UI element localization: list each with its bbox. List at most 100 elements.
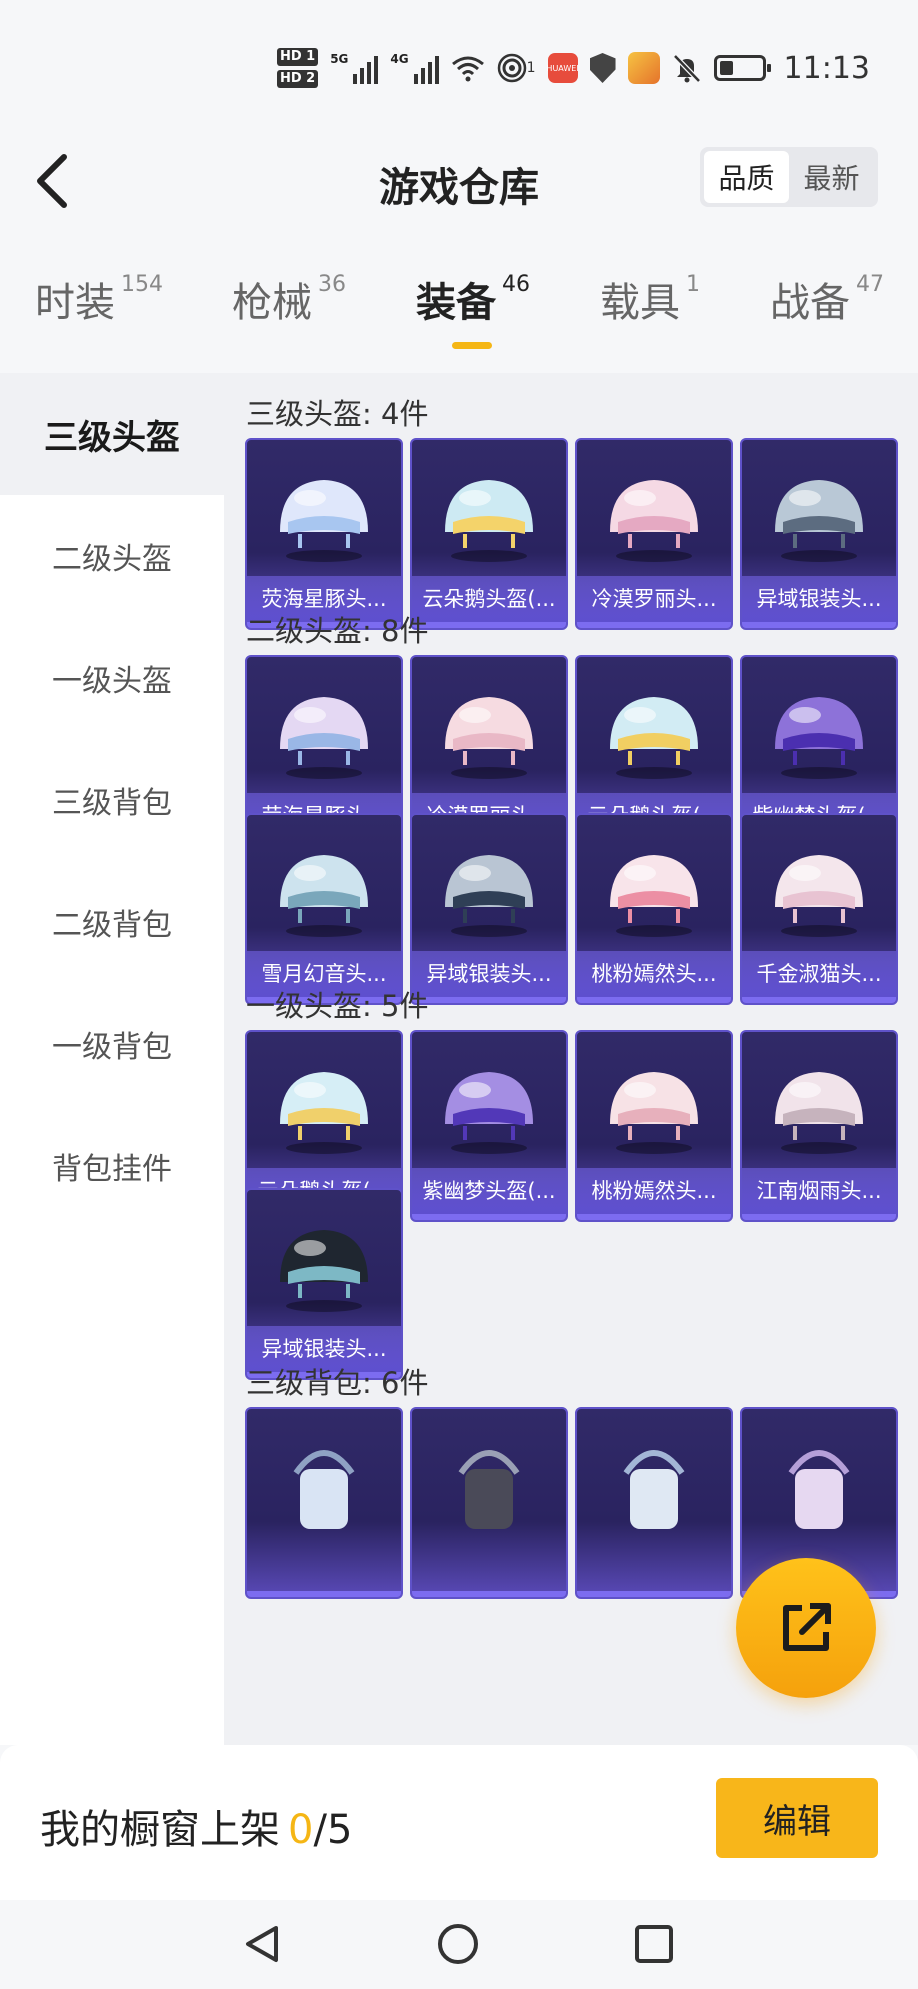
nav-home-button[interactable] <box>432 1918 484 1970</box>
hotspot-icon: 1 <box>497 53 536 83</box>
helmet-icon <box>610 855 698 937</box>
edit-button[interactable]: 编辑 <box>716 1778 878 1858</box>
item-name: 异域银装头... <box>412 951 566 997</box>
circle-home-icon <box>438 1924 478 1964</box>
rarity-bar <box>577 1214 731 1220</box>
hotspot-count: 1 <box>526 60 536 76</box>
tab-label: 战备 <box>770 280 850 326</box>
sort-option-quality[interactable]: 品质 <box>704 151 789 203</box>
section-title: 一级头盔: 5件 <box>246 989 429 1023</box>
square-recents-icon <box>635 1925 673 1963</box>
item-card[interactable]: 异域银装头... <box>740 438 898 630</box>
tab-count: 36 <box>318 272 346 297</box>
tab-count: 154 <box>121 272 163 297</box>
signal-5g-label: 5G <box>330 52 349 66</box>
showcase-label: 我的橱窗上架 <box>40 1807 280 1853</box>
showcase-current: 0 <box>288 1807 314 1853</box>
item-card[interactable]: 紫幽梦头盔(... <box>410 1030 568 1222</box>
helmet-icon <box>775 1072 863 1154</box>
helmet-icon <box>445 697 533 779</box>
back-button[interactable] <box>22 151 82 211</box>
signal-5g-icon: 5G <box>330 52 379 84</box>
sidebar-item-level1-backpack[interactable]: 一级背包 <box>0 983 224 1105</box>
sidebar-item-level3-backpack[interactable]: 三级背包 <box>0 739 224 861</box>
item-card[interactable]: 云朵鹅头盔(... <box>410 438 568 630</box>
sidebar: 三级头盔 二级头盔 一级头盔 三级背包 二级背包 一级背包 背包挂件 <box>0 373 224 1745</box>
item-name: 桃粉嫣然头... <box>577 1168 731 1214</box>
tab-vehicles[interactable]: 载具 1 <box>600 270 700 328</box>
rarity-bar <box>412 622 566 628</box>
sidebar-item-level2-helmet[interactable]: 二级头盔 <box>0 495 224 617</box>
sidebar-item-level3-helmet[interactable]: 三级头盔 <box>0 373 224 495</box>
item-card[interactable]: 千金淑猫头... <box>740 813 898 1005</box>
backpack-icon <box>788 1450 850 1529</box>
mute-icon <box>672 53 702 83</box>
sidebar-item-backpack-pendant[interactable]: 背包挂件 <box>0 1105 224 1227</box>
tab-weapons[interactable]: 枪械 36 <box>232 270 346 328</box>
share-button[interactable] <box>736 1558 876 1698</box>
sidebar-item-level1-helmet[interactable]: 一级头盔 <box>0 617 224 739</box>
backpack-icon <box>623 1450 685 1529</box>
item-card[interactable]: 冷漠罗丽头... <box>575 438 733 630</box>
helmet-icon <box>610 1072 698 1154</box>
item-name: 紫幽梦头盔(... <box>412 1168 566 1214</box>
rarity-bar <box>412 1214 566 1220</box>
item-card[interactable]: 异域银装头... <box>245 1188 403 1380</box>
status-bar: HD 1 HD 2 5G 4G 1 HUAWEI 11:13 <box>0 0 918 125</box>
tab-label: 装备 <box>416 280 496 326</box>
helmet-icon <box>775 480 863 562</box>
tab-count: 47 <box>856 272 884 297</box>
tab-battle-gear[interactable]: 战备 47 <box>770 270 884 328</box>
nav-recents-button[interactable] <box>628 1918 680 1970</box>
tab-label: 时装 <box>35 280 115 326</box>
rarity-bar <box>577 1591 731 1597</box>
helmet-icon <box>280 697 368 779</box>
item-card[interactable]: 异域银装头... <box>410 813 568 1005</box>
hd2-badge: HD 2 <box>276 70 319 88</box>
rarity-bar <box>247 1591 401 1597</box>
item-card[interactable] <box>245 1407 403 1599</box>
item-card[interactable] <box>575 1407 733 1599</box>
helmet-icon <box>280 1230 368 1312</box>
section-title: 三级背包: 6件 <box>246 1366 429 1400</box>
shield-icon <box>589 53 616 83</box>
backpack-icon <box>458 1450 520 1529</box>
item-name: 冷漠罗丽头... <box>577 576 731 622</box>
tab-fashion[interactable]: 时装 154 <box>35 270 163 328</box>
status-time: 11:13 <box>783 50 870 86</box>
share-icon <box>783 1603 831 1651</box>
rarity-bar <box>412 1591 566 1597</box>
item-card[interactable]: 荧海星豚头... <box>245 438 403 630</box>
item-card[interactable] <box>410 1407 568 1599</box>
helmet-icon <box>280 855 368 937</box>
showcase-bar: 我的橱窗上架 0 / 5 编辑 <box>0 1745 918 1900</box>
item-name: 异域银装头... <box>742 576 896 622</box>
tab-equipment[interactable]: 装备 46 <box>416 270 530 328</box>
item-card[interactable]: 桃粉嫣然头... <box>575 813 733 1005</box>
game-app-icon <box>627 52 660 84</box>
rarity-bar <box>742 622 896 628</box>
item-card[interactable]: 江南烟雨头... <box>740 1030 898 1222</box>
rarity-bar <box>412 997 566 1003</box>
category-tabs: 时装 154 枪械 36 装备 46 载具 1 战备 47 <box>0 270 918 360</box>
helmet-icon <box>445 1072 533 1154</box>
helmet-icon <box>445 855 533 937</box>
tab-label: 载具 <box>600 280 680 326</box>
huawei-app-icon: HUAWEI <box>546 53 579 83</box>
sidebar-item-level2-backpack[interactable]: 二级背包 <box>0 861 224 983</box>
item-card[interactable]: 桃粉嫣然头... <box>575 1030 733 1222</box>
item-card[interactable]: 雪月幻音头... <box>245 813 403 1005</box>
chevron-left-icon <box>37 154 67 208</box>
rarity-bar <box>742 997 896 1003</box>
signal-4g-label: 4G <box>390 52 409 66</box>
rarity-bar <box>577 997 731 1003</box>
sort-option-newest[interactable]: 最新 <box>789 151 874 203</box>
helmet-icon <box>775 855 863 937</box>
showcase-separator: / <box>313 1807 327 1853</box>
tab-label: 枪械 <box>232 280 312 326</box>
sort-toggle: 品质 最新 <box>700 147 878 207</box>
item-name: 云朵鹅头盔(... <box>412 576 566 622</box>
section-title: 三级头盔: 4件 <box>246 397 429 431</box>
section-title: 二级头盔: 8件 <box>246 614 429 648</box>
nav-back-button[interactable] <box>236 1918 288 1970</box>
